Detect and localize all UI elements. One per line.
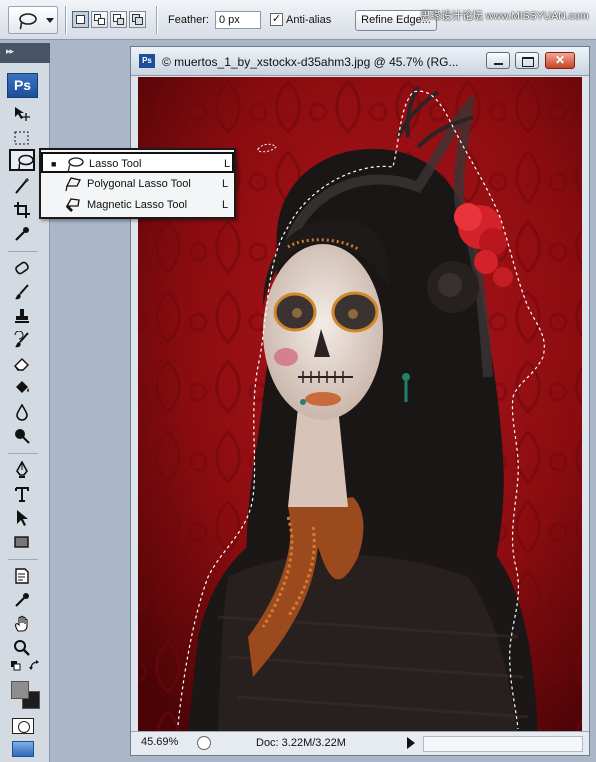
antialias-checkbox[interactable]: ✓ xyxy=(270,13,283,26)
eraser-tool[interactable] xyxy=(9,353,35,375)
history-brush-tool[interactable] xyxy=(9,329,35,351)
eyedropper-icon xyxy=(15,593,29,607)
rectangle-icon xyxy=(14,536,29,548)
flyout-item-shortcut: L xyxy=(222,199,229,211)
lasso-icon xyxy=(17,154,34,171)
status-bar: 45.69% Doc: 3.22M/3.22M xyxy=(131,731,589,755)
wand-icon xyxy=(15,178,29,194)
feather-input[interactable]: 0 px xyxy=(215,11,261,29)
subtract-from-selection-button[interactable] xyxy=(110,11,127,28)
document-size-info: Doc: 3.22M/3.22M xyxy=(256,737,346,749)
lasso-icon xyxy=(67,157,84,172)
eyedropper-tool[interactable] xyxy=(9,223,35,245)
brush-tool[interactable] xyxy=(9,281,35,303)
photoshop-document-icon: Ps xyxy=(139,54,155,68)
bucket-icon xyxy=(16,381,29,393)
document-title: © muertos_1_by_xstockx-d35ahm3.jpg @ 45.… xyxy=(162,55,459,69)
eyedropper-icon xyxy=(15,227,29,241)
toolbox-grip[interactable]: ▸▸ xyxy=(0,43,50,63)
foreground-color-swatch[interactable] xyxy=(11,681,29,699)
tool-preset-picker[interactable] xyxy=(8,6,58,34)
quick-selection-tool[interactable] xyxy=(9,175,35,197)
note-icon xyxy=(15,568,29,584)
eyedropper-sample-tool[interactable] xyxy=(9,589,35,611)
crop-icon xyxy=(14,202,30,218)
droplet-icon xyxy=(16,403,28,421)
stamp-icon xyxy=(15,309,29,323)
path-selection-tool[interactable] xyxy=(9,507,35,529)
bandage-icon xyxy=(15,261,29,275)
flyout-item-shortcut: L xyxy=(224,158,231,170)
move-tool[interactable] xyxy=(9,103,35,125)
horizontal-scrollbar[interactable] xyxy=(423,736,583,752)
lasso-tool[interactable] xyxy=(9,149,35,171)
notes-tool[interactable] xyxy=(9,565,35,587)
clone-stamp-tool[interactable] xyxy=(9,305,35,327)
new-selection-button[interactable] xyxy=(72,11,89,28)
hand-tool[interactable] xyxy=(9,613,35,635)
chevron-down-icon xyxy=(46,18,54,23)
rectangular-marquee-tool[interactable] xyxy=(9,127,35,149)
spot-healing-tool[interactable] xyxy=(9,257,35,279)
lasso-tool-flyout: ■ Lasso Tool L Polygonal Lasso Tool L Ma… xyxy=(39,148,236,219)
arrow-cursor-icon xyxy=(17,510,28,526)
status-info-icon[interactable] xyxy=(197,736,211,750)
document-titlebar[interactable]: Ps © muertos_1_by_xstockx-d35ahm3.jpg @ … xyxy=(131,47,589,76)
watermark-text: 思缘设计论坛 www.MISSYUAN.com xyxy=(420,10,589,22)
hand-icon xyxy=(15,615,28,632)
dodge-tool[interactable] xyxy=(9,425,35,447)
brush-icon xyxy=(15,284,29,300)
crop-tool[interactable] xyxy=(9,199,35,221)
screen-mode-icon[interactable] xyxy=(12,741,34,757)
lasso-icon xyxy=(19,13,37,30)
blur-tool[interactable] xyxy=(9,401,35,423)
flyout-item-label: Magnetic Lasso Tool xyxy=(87,199,188,211)
feather-label: Feather: xyxy=(168,14,209,26)
status-menu-arrow-icon[interactable] xyxy=(407,737,415,749)
zoom-level-field[interactable]: 45.69% xyxy=(141,736,187,751)
pen-icon xyxy=(16,461,28,478)
move-icon xyxy=(15,107,30,121)
separator xyxy=(65,6,66,34)
swap-colors-icon[interactable] xyxy=(29,660,41,672)
polygonal-lasso-icon xyxy=(65,177,81,192)
antialias-label: Anti-alias xyxy=(286,14,332,26)
flyout-item-polygonal-lasso-tool[interactable]: Polygonal Lasso Tool L xyxy=(41,174,234,195)
rectangle-shape-tool[interactable] xyxy=(9,531,35,553)
separator xyxy=(156,6,157,34)
selected-bullet: ■ xyxy=(51,159,57,169)
minimize-button[interactable] xyxy=(486,52,510,69)
flyout-item-shortcut: L xyxy=(222,178,229,190)
flyout-item-label: Polygonal Lasso Tool xyxy=(87,178,191,190)
flyout-item-lasso-tool[interactable]: ■ Lasso Tool L xyxy=(41,152,234,173)
default-colors-icon[interactable] xyxy=(10,660,22,672)
photoshop-logo: Ps xyxy=(7,73,38,98)
marquee-icon xyxy=(14,131,29,145)
add-to-selection-button[interactable] xyxy=(91,11,108,28)
paint-bucket-tool[interactable] xyxy=(9,377,35,399)
intersect-selection-button[interactable] xyxy=(129,11,146,28)
type-tool[interactable] xyxy=(9,483,35,505)
zoom-tool[interactable] xyxy=(9,637,35,659)
dodge-icon xyxy=(15,429,30,444)
quick-mask-icon[interactable] xyxy=(12,718,34,734)
close-button[interactable]: ✕ xyxy=(545,52,575,69)
flyout-item-label: Lasso Tool xyxy=(89,158,142,170)
eraser-icon xyxy=(14,358,29,371)
maximize-button[interactable] xyxy=(515,52,539,69)
magnetic-lasso-icon xyxy=(65,198,80,212)
history-brush-icon xyxy=(14,331,29,348)
type-icon xyxy=(15,487,29,502)
flyout-item-magnetic-lasso-tool[interactable]: Magnetic Lasso Tool L xyxy=(41,195,234,216)
magnifier-icon xyxy=(14,640,30,656)
pen-tool[interactable] xyxy=(9,459,35,481)
options-bar: Feather: 0 px ✓ Anti-alias Refine Edge..… xyxy=(0,0,596,40)
